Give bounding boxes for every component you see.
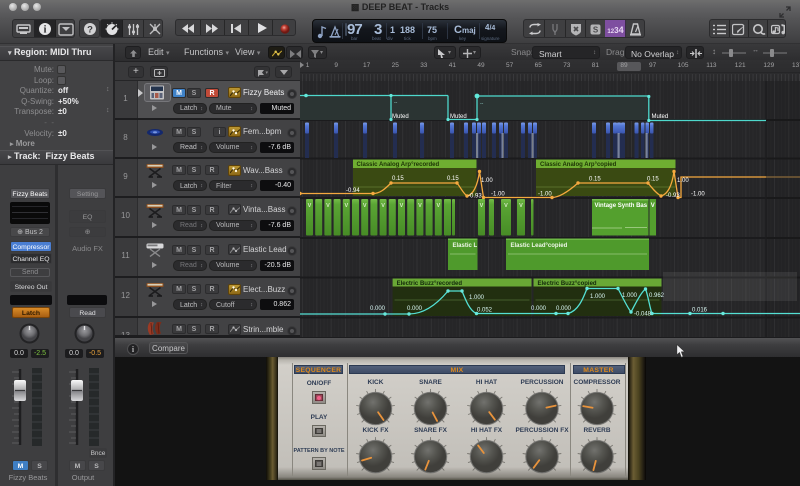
- svg-text:0.052: 0.052: [477, 308, 493, 314]
- svg-text:V: V: [651, 203, 655, 209]
- svg-text:-1.00: -1.00: [691, 192, 705, 198]
- svg-text:V: V: [504, 203, 508, 209]
- svg-text:0.000: 0.000: [531, 306, 547, 312]
- svg-text:V: V: [400, 203, 404, 209]
- svg-text:V: V: [436, 203, 440, 209]
- svg-text:1.000: 1.000: [622, 293, 638, 299]
- svg-text:Vintage Synth Bas: Vintage Synth Bas: [595, 203, 648, 209]
- svg-text:S: S: [593, 25, 599, 34]
- svg-text:?: ?: [87, 25, 93, 36]
- svg-text:1.00: 1.00: [677, 178, 689, 184]
- svg-text:0.15: 0.15: [392, 176, 404, 182]
- svg-text:1.000: 1.000: [590, 294, 606, 300]
- svg-text:V: V: [381, 203, 385, 209]
- svg-text:-0.93: -0.93: [666, 193, 680, 199]
- svg-text:V: V: [344, 203, 348, 209]
- svg-text:Classic Analog Arp°recorded: Classic Analog Arp°recorded: [357, 162, 440, 168]
- svg-text:-0.93: -0.93: [468, 194, 482, 200]
- svg-text:i: i: [44, 25, 47, 36]
- svg-text:V: V: [480, 203, 484, 209]
- svg-text:1.00: 1.00: [481, 178, 493, 184]
- svg-text:0.000: 0.000: [556, 306, 572, 312]
- svg-text:0.15: 0.15: [647, 177, 659, 183]
- svg-text:V: V: [519, 203, 523, 209]
- svg-text:--: --: [394, 100, 398, 106]
- svg-text:0.000: 0.000: [407, 306, 423, 312]
- svg-text:V: V: [326, 203, 330, 209]
- svg-text:V: V: [308, 203, 312, 209]
- svg-text:0.000: 0.000: [370, 306, 386, 312]
- svg-text:Muted: Muted: [652, 114, 669, 120]
- svg-text:0.962: 0.962: [649, 293, 665, 299]
- svg-text:Classic Analog Arp°copied: Classic Analog Arp°copied: [540, 162, 617, 168]
- svg-text:--: --: [480, 101, 484, 107]
- svg-text:Electric Buzz°recorded: Electric Buzz°recorded: [397, 281, 463, 287]
- svg-text:-1.00: -1.00: [538, 192, 552, 198]
- svg-text:Muted: Muted: [392, 114, 409, 120]
- svg-text:-0.94: -0.94: [346, 188, 360, 194]
- svg-text:V: V: [418, 203, 422, 209]
- svg-text:V: V: [363, 203, 367, 209]
- svg-text:Elastic Lead°copied: Elastic Lead°copied: [511, 243, 568, 249]
- svg-text:Elastic L: Elastic L: [453, 243, 478, 249]
- svg-text:0.15: 0.15: [589, 177, 601, 183]
- svg-text:0.15: 0.15: [447, 176, 459, 182]
- svg-text:Muted: Muted: [450, 114, 467, 120]
- svg-text:0.016: 0.016: [692, 308, 708, 314]
- svg-text:-1.00: -1.00: [491, 192, 505, 198]
- svg-text:Electric Buzz°copied: Electric Buzz°copied: [538, 281, 597, 287]
- svg-text:1.000: 1.000: [469, 295, 485, 301]
- svg-text:-0.048: -0.048: [634, 312, 652, 318]
